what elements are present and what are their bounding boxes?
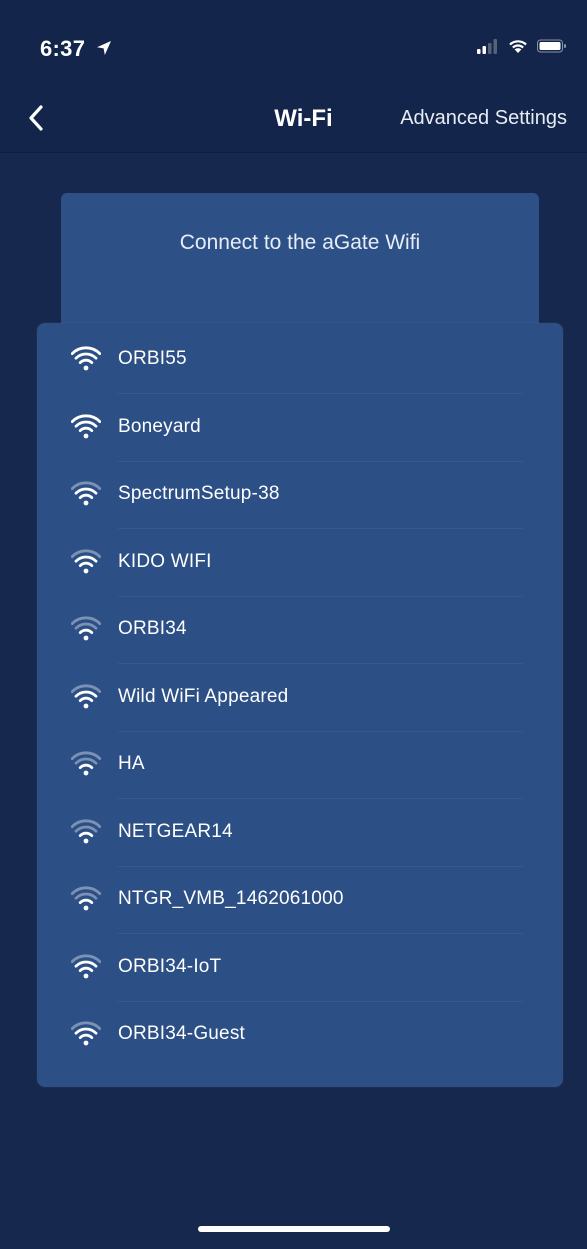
wifi-icon	[70, 886, 102, 912]
row-divider	[118, 1000, 523, 1002]
wifi-network-name: ORBI34	[118, 618, 187, 639]
connect-header-card: Connect to the aGate Wifi	[61, 193, 539, 333]
status-indicators	[477, 38, 567, 59]
wifi-network-item[interactable]: Boneyard	[37, 396, 563, 462]
status-time: 6:37	[40, 36, 112, 62]
row-divider	[118, 393, 523, 394]
wifi-network-name: NTGR_VMB_1462061000	[118, 888, 344, 909]
wifi-network-list: ORBI55 Boneyard SpectrumSetup-38 KIDO WIFI O…	[37, 323, 563, 1087]
wifi-icon	[70, 1021, 102, 1047]
wifi-network-name: Boneyard	[118, 415, 201, 437]
wifi-network-item[interactable]: KIDO WIFI	[37, 531, 563, 597]
home-indicator[interactable]	[198, 1226, 390, 1232]
row-divider	[118, 933, 523, 934]
wifi-network-item[interactable]: Wild WiFi Appeared	[37, 666, 563, 732]
wifi-icon	[70, 751, 102, 777]
wifi-network-name: KIDO WIFI	[118, 550, 212, 572]
cellular-signal-icon	[477, 38, 499, 59]
wifi-network-name: SpectrumSetup-38	[118, 483, 280, 504]
row-divider	[118, 663, 523, 664]
wifi-network-item[interactable]: SpectrumSetup-38	[37, 463, 563, 529]
wifi-network-name: ORBI55	[118, 348, 187, 369]
wifi-network-name: ORBI34-Guest	[118, 1023, 246, 1044]
wifi-network-item[interactable]: ORBI34	[37, 598, 563, 664]
row-divider	[118, 865, 523, 867]
wifi-icon	[70, 954, 102, 980]
wifi-network-item[interactable]: NTGR_VMB_1462061000	[37, 868, 563, 934]
wifi-icon	[70, 616, 102, 642]
nav-bar: Wi-Fi Advanced Settings	[0, 90, 587, 153]
row-divider	[118, 595, 523, 597]
wifi-icon	[70, 481, 102, 507]
wifi-network-item[interactable]: ORBI34-IoT	[37, 936, 563, 1002]
content-area: Connect to the aGate Wifi ORBI55 Boneyard…	[0, 153, 587, 1249]
wifi-network-name: Wild WiFi Appeared	[118, 685, 289, 707]
wifi-network-item[interactable]: HA	[37, 733, 563, 799]
wifi-icon	[70, 684, 102, 710]
wifi-status-icon	[507, 38, 529, 59]
location-arrow-icon	[96, 36, 112, 62]
connect-header-title: Connect to the aGate Wifi	[179, 231, 421, 254]
wifi-network-item[interactable]: NETGEAR14	[37, 801, 563, 867]
row-divider	[118, 528, 523, 529]
wifi-icon	[70, 549, 102, 575]
wifi-network-item[interactable]: ORBI55	[37, 328, 563, 394]
row-divider	[118, 730, 523, 732]
advanced-settings-button[interactable]: Advanced Settings	[400, 107, 567, 130]
wifi-network-name: NETGEAR14	[118, 820, 233, 842]
wifi-icon	[70, 414, 102, 440]
wifi-network-name: ORBI34-IoT	[118, 955, 222, 977]
wifi-icon	[70, 819, 102, 845]
wifi-icon	[70, 346, 102, 372]
row-divider	[118, 798, 523, 799]
wifi-network-name: HA	[118, 753, 145, 774]
battery-icon	[537, 38, 567, 59]
status-bar: 6:37	[0, 0, 587, 90]
status-time-text: 6:37	[40, 36, 86, 61]
row-divider	[118, 460, 523, 462]
wifi-network-item[interactable]: ORBI34-Guest	[37, 1003, 563, 1069]
